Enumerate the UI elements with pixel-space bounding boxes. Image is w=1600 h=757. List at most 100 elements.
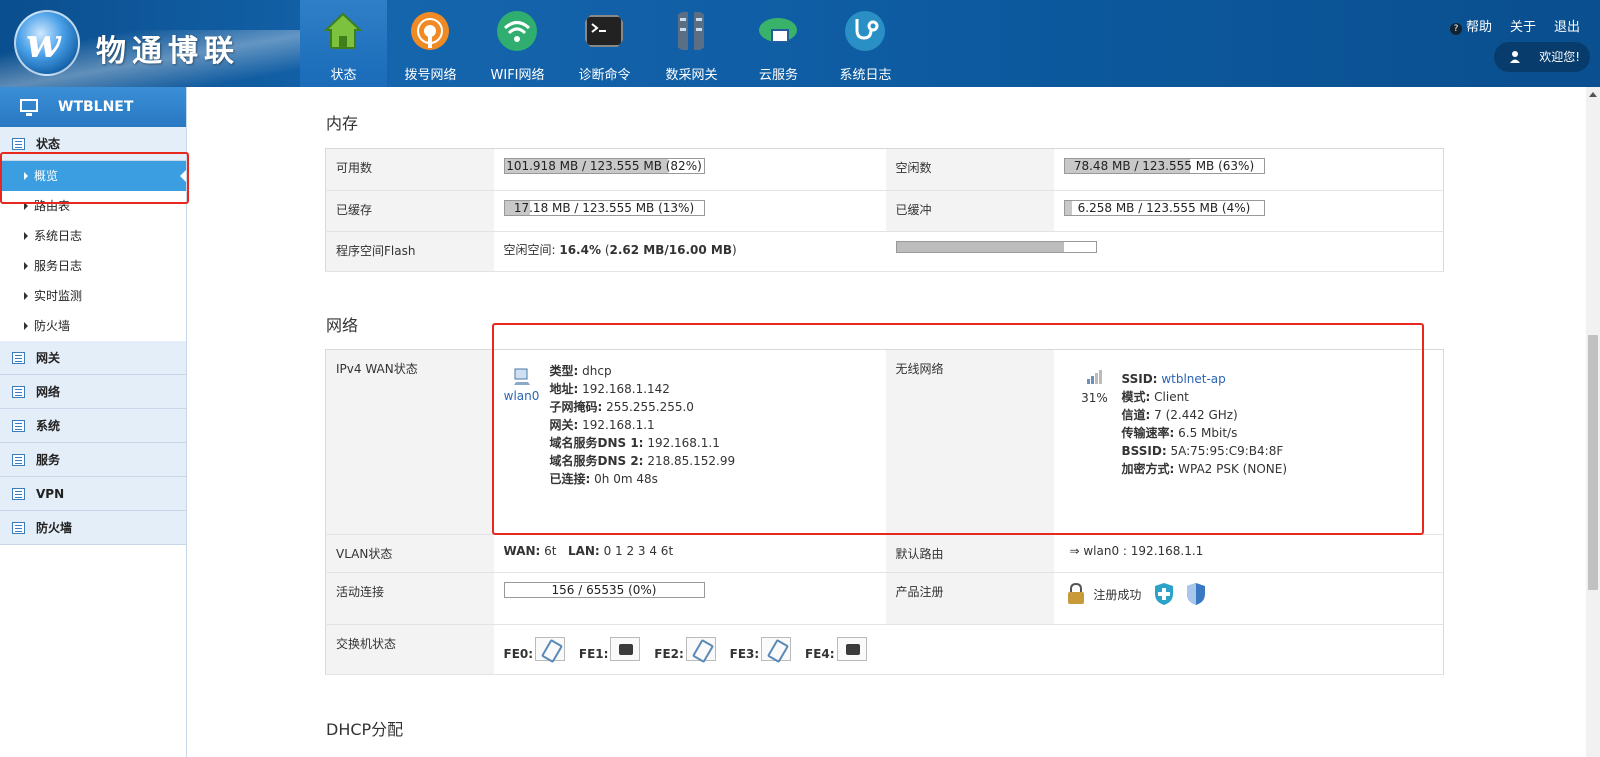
network-section-title: 网络 (326, 316, 359, 335)
tab-dialup-label: 拨号网络 (404, 68, 457, 83)
tab-dialup[interactable]: 拨号网络 (387, 0, 474, 87)
wan-status-label: IPv4 WAN状态 (325, 349, 494, 535)
tab-diagnostics-label: 诊断命令 (578, 68, 631, 83)
list-icon (12, 522, 25, 534)
registration-label: 产品注册 (885, 572, 1054, 625)
lock-icon (1067, 582, 1084, 604)
active-conn-bar: 156 / 65535 (0%) (503, 582, 705, 598)
wifi-icon (497, 11, 537, 51)
sidebar-group-vpn[interactable]: VPN (0, 477, 186, 511)
default-route-value: ⇒ wlan0 : 192.168.1.1 (1053, 534, 1444, 573)
dhcp-section-title: DHCP分配 (326, 720, 404, 739)
about-link[interactable]: 关于 (1510, 16, 1536, 35)
vertical-scrollbar[interactable] (1586, 87, 1600, 757)
list-icon (12, 420, 25, 432)
tab-syslog[interactable]: 系统日志 (822, 0, 909, 87)
main-content: 内存 可用数 101.918 MB / 123.555 MB (82%) 空闲数… (188, 87, 1588, 757)
sidebar-group-gateway[interactable]: 网关 (0, 341, 186, 375)
tab-cloud[interactable]: 云服务 (735, 0, 822, 87)
switch-status-label: 交换机状态 (325, 624, 494, 675)
sidebar-group-label: 防火墙 (36, 521, 73, 535)
sidebar-group-system[interactable]: 系统 (0, 409, 186, 443)
app-header: w 物通博联 状态 拨号网络 WIFI网络 诊断命令 数采网关 云服务 系统日志… (0, 0, 1600, 87)
sidebar-group-label: VPN (36, 487, 65, 501)
memory-buffered-label: 已缓冲 (885, 190, 1054, 232)
highlight-box-sidebar (0, 152, 189, 204)
flash-value: 空闲空间: 16.4% (2.62 MB/16.00 MB) (493, 231, 886, 272)
logout-link[interactable]: 退出 (1554, 16, 1580, 35)
stethoscope-icon (845, 11, 885, 51)
ethernet-cable-icon (761, 637, 792, 661)
vlan-lan-key: LAN: (567, 544, 600, 558)
sidebar-group-firewall[interactable]: 防火墙 (0, 511, 186, 545)
sidebar-group-network[interactable]: 网络 (0, 375, 186, 409)
vlan-wan-key: WAN: (503, 544, 541, 558)
list-icon (12, 352, 25, 364)
help-link[interactable]: ? 帮助 (1449, 16, 1492, 35)
tab-wifi-label: WIFI网络 (490, 68, 545, 83)
vlan-status-label: VLAN状态 (325, 534, 494, 573)
help-label: 帮助 (1465, 20, 1492, 35)
scrollbar-thumb[interactable] (1588, 335, 1598, 590)
vlan-status-value: WAN: 6t LAN: 0 1 2 3 4 6t (493, 534, 886, 573)
tab-gateway-label: 数采网关 (665, 68, 718, 83)
port-fe3: FE3: (730, 637, 792, 661)
list-icon (12, 386, 25, 398)
brand-name: 物通博联 (96, 34, 240, 69)
memory-free-bar: 78.48 MB / 123.555 MB (63%) (1063, 158, 1265, 174)
tab-syslog-label: 系统日志 (839, 68, 892, 83)
ethernet-port-icon (836, 637, 867, 661)
terminal-icon (585, 15, 623, 47)
memory-section-title: 内存 (326, 114, 359, 133)
sidebar-group-label: 系统 (36, 419, 61, 433)
sidebar-item-servicelog[interactable]: 服务日志 (0, 251, 186, 281)
port-fe2: FE2: (654, 637, 716, 661)
tab-status-label: 状态 (330, 68, 357, 83)
flash-label: 程序空间Flash (325, 231, 494, 272)
memory-free-value: 78.48 MB / 123.555 MB (63%) (1073, 159, 1255, 173)
cloud-icon (759, 18, 797, 43)
help-icon: ? (1449, 23, 1462, 35)
sidebar-title: WTBLNET (58, 99, 134, 115)
welcome-text: 欢迎您! (1539, 50, 1580, 64)
tab-gateway[interactable]: 数采网关 (648, 0, 735, 87)
scroll-up-icon[interactable] (1589, 92, 1597, 97)
sidebar-group-label: 状态 (36, 137, 61, 151)
sidebar-item-syslog[interactable]: 系统日志 (0, 221, 186, 251)
ethernet-port-icon (610, 637, 641, 661)
flash-bar (895, 241, 1097, 253)
memory-buffered-bar: 6.258 MB / 123.555 MB (4%) (1063, 200, 1265, 216)
tab-wifi[interactable]: WIFI网络 (474, 0, 561, 87)
sidebar-group-label: 网络 (36, 385, 61, 399)
highlight-box-network (492, 323, 1424, 535)
port-fe4-label: FE4: (805, 647, 835, 661)
home-icon (323, 12, 363, 49)
memory-cached-value: 17.18 MB / 123.555 MB (13%) (513, 201, 695, 215)
vlan-lan-value: 0 1 2 3 4 6t (603, 544, 674, 558)
default-route-label: 默认路由 (885, 534, 1054, 573)
flash-prefix: 空闲空间: (503, 243, 560, 257)
sidebar-item-monitor[interactable]: 实时监测 (0, 281, 186, 311)
registration-value: 注册成功 (1093, 587, 1142, 602)
memory-cached-bar: 17.18 MB / 123.555 MB (13%) (503, 200, 705, 216)
user-icon (1510, 51, 1520, 63)
port-fe1-label: FE1: (578, 647, 609, 661)
monitor-icon (20, 99, 38, 116)
vlan-wan-value: 6t (544, 544, 557, 558)
dialup-icon (411, 12, 449, 50)
memory-free-label: 空闲数 (885, 148, 1054, 191)
tab-diagnostics[interactable]: 诊断命令 (561, 0, 648, 87)
sidebar-group-label: 服务 (36, 453, 61, 467)
list-icon (12, 454, 25, 466)
sidebar-group-label: 网关 (36, 351, 61, 365)
port-fe1: FE1: (579, 637, 641, 661)
ethernet-cable-icon (535, 637, 566, 661)
sidebar-group-services[interactable]: 服务 (0, 443, 186, 477)
tab-status[interactable]: 状态 (300, 0, 387, 87)
sidebar-item-firewall[interactable]: 防火墙 (0, 311, 186, 341)
flash-paren-open: ( (601, 243, 610, 257)
tab-cloud-label: 云服务 (758, 68, 798, 83)
memory-table: 可用数 101.918 MB / 123.555 MB (82%) 空闲数 78… (325, 148, 1444, 272)
port-fe0-label: FE0: (503, 647, 534, 661)
list-icon (12, 138, 25, 150)
